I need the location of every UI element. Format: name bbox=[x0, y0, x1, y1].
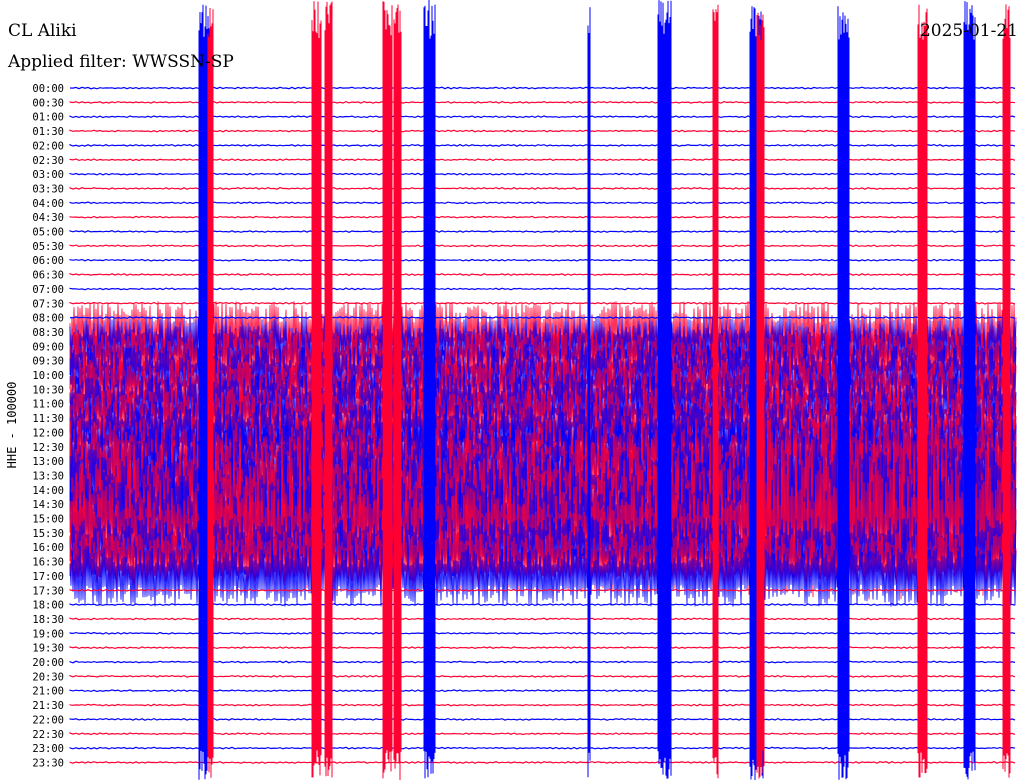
row-label: 17:30 bbox=[32, 585, 64, 597]
row-label: 04:30 bbox=[32, 212, 64, 224]
row-label: 22:00 bbox=[32, 714, 64, 726]
row-label: 05:30 bbox=[32, 241, 64, 253]
row-label: 20:30 bbox=[32, 671, 64, 683]
row-label: 18:30 bbox=[32, 614, 64, 626]
row-label: 15:00 bbox=[32, 514, 64, 526]
event-burst bbox=[324, 1, 333, 778]
row-label: 09:00 bbox=[32, 341, 64, 353]
row-label: 10:00 bbox=[32, 370, 64, 382]
event-burst bbox=[657, 0, 672, 779]
row-label: 23:00 bbox=[32, 743, 64, 755]
row-label: 00:00 bbox=[32, 83, 64, 95]
row-label: 07:30 bbox=[32, 298, 64, 310]
row-label: 08:00 bbox=[32, 313, 64, 325]
row-label: 14:30 bbox=[32, 499, 64, 511]
event-burst bbox=[207, 8, 214, 778]
helicorder-plot: HHE - 100000 08:30 09:00 09:30 10:00 10:30 11… bbox=[5, 0, 1017, 780]
row-label: 12:30 bbox=[32, 442, 64, 454]
row-label: 16:30 bbox=[32, 557, 64, 569]
row-label: 05:00 bbox=[32, 227, 64, 239]
row-label: 11:30 bbox=[32, 413, 64, 425]
row-label: 02:00 bbox=[32, 140, 64, 152]
station-title: CL Aliki bbox=[8, 21, 77, 41]
event-burst bbox=[917, 4, 928, 778]
row-label: 06:30 bbox=[32, 270, 64, 282]
row-label: 15:30 bbox=[32, 528, 64, 540]
row-label: 01:30 bbox=[32, 126, 64, 138]
row-label: 19:30 bbox=[32, 643, 64, 655]
event-burst bbox=[311, 1, 322, 778]
row-label: 02:30 bbox=[32, 155, 64, 167]
row-label: 16:00 bbox=[32, 542, 64, 554]
row-label: 10:30 bbox=[32, 384, 64, 396]
event-burst bbox=[423, 0, 436, 779]
date-label: 2025-01-21 bbox=[919, 21, 1018, 41]
event-burst bbox=[382, 1, 393, 779]
row-label: 12:00 bbox=[32, 427, 64, 439]
event-burst bbox=[963, 1, 976, 780]
row-label: 06:00 bbox=[32, 255, 64, 267]
row-label: 22:30 bbox=[32, 729, 64, 741]
row-label: 03:00 bbox=[32, 169, 64, 181]
row-label: 13:30 bbox=[32, 470, 64, 482]
row-label: 18:00 bbox=[32, 600, 64, 612]
row-label: 04:00 bbox=[32, 198, 64, 210]
row-label: 07:00 bbox=[32, 284, 64, 296]
row-label: 21:00 bbox=[32, 686, 64, 698]
row-label: 20:00 bbox=[32, 657, 64, 669]
event-burst bbox=[837, 6, 850, 780]
row-label: 09:30 bbox=[32, 356, 64, 368]
event-burst bbox=[1002, 4, 1011, 778]
row-time-labels: 08:30 09:00 09:30 10:00 10:30 11:00 11:30 12:00… bbox=[32, 83, 64, 769]
row-label: 03:30 bbox=[32, 183, 64, 195]
row-label: 00:30 bbox=[32, 97, 64, 109]
row-label: 01:00 bbox=[32, 112, 64, 124]
row-label: 08:30 bbox=[32, 327, 64, 339]
row-label: 23:30 bbox=[32, 757, 64, 769]
event-burst bbox=[587, 7, 591, 778]
row-label: 19:00 bbox=[32, 628, 64, 640]
row-label: 11:00 bbox=[32, 399, 64, 411]
event-burst bbox=[393, 4, 402, 780]
y-axis-label: HHE - 100000 bbox=[5, 382, 19, 469]
filter-label: Applied filter: WWSSN-SP bbox=[8, 52, 234, 72]
event-burst bbox=[712, 4, 719, 779]
row-label: 13:00 bbox=[32, 456, 64, 468]
event-burst bbox=[756, 12, 765, 779]
row-label: 17:00 bbox=[32, 571, 64, 583]
row-label: 14:00 bbox=[32, 485, 64, 497]
row-label: 21:30 bbox=[32, 700, 64, 712]
